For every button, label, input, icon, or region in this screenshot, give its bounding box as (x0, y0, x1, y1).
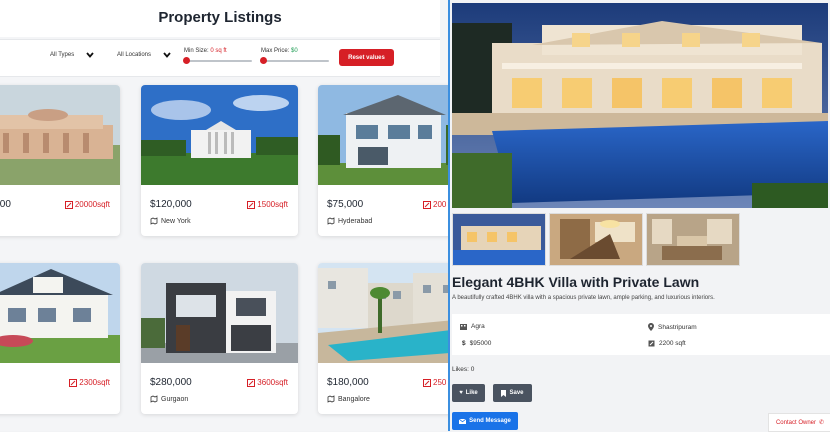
size-icon (69, 378, 78, 387)
save-button[interactable]: Save (493, 384, 532, 402)
chevron-down-icon (163, 52, 171, 58)
property-size: 2200 sqft (659, 340, 686, 347)
listing-card[interactable]: ,000,000 20000sqft i (0, 85, 120, 236)
max-price-value: $0 (291, 48, 298, 54)
map-icon (150, 217, 158, 225)
phone-icon: ✆ (819, 420, 825, 426)
send-message-button[interactable]: Send Message (452, 412, 518, 430)
size-icon (64, 200, 73, 209)
map-icon (327, 217, 335, 225)
property-city: Agra (471, 323, 485, 330)
max-price-slider[interactable] (260, 57, 329, 64)
map-icon (150, 395, 158, 403)
location-dropdown-label: All Locations (117, 52, 152, 58)
apartment-pool-image (318, 263, 448, 363)
listing-size: 20000sqft (74, 200, 110, 209)
hero-image (452, 3, 828, 208)
property-info: Agra Shastripuram $ $95000 2200 sqft (452, 314, 830, 355)
heart-icon: ♥ (459, 390, 463, 396)
like-button[interactable]: ♥ Like (452, 384, 485, 402)
size-icon (247, 378, 256, 387)
listing-size: 1500sqft (257, 200, 288, 209)
envelope-icon (459, 418, 467, 424)
property-description: A beautifully crafted 4BHK villa with a … (452, 295, 715, 301)
min-size-filter: Min Size: 0 sq ft (183, 48, 252, 64)
listing-size: 250 (433, 378, 447, 387)
type-dropdown-label: All Types (50, 52, 75, 58)
page-title: Property Listings (158, 9, 282, 26)
listing-location: Bangalore (338, 395, 370, 403)
bookmark-icon (501, 389, 507, 397)
min-size-slider-handle[interactable] (183, 57, 190, 64)
min-size-slider[interactable] (183, 57, 252, 64)
listing-location: Gurgaon (161, 395, 189, 403)
listing-price: $180,000 (327, 377, 369, 388)
size-icon (247, 200, 256, 209)
reset-button[interactable]: Reset values (339, 49, 394, 66)
map-pin-icon (648, 323, 654, 331)
type-dropdown[interactable]: All Types (50, 52, 94, 58)
listing-location: New York (161, 217, 191, 225)
min-size-value: 0 sq ft (210, 48, 227, 54)
listing-price: $75,000 (327, 199, 364, 210)
listing-card[interactable]: $75,000 200 Hyderabad (318, 85, 448, 236)
size-icon (423, 200, 431, 209)
listing-size: 2300sqft (79, 378, 110, 387)
listing-price: ,000,000 (0, 199, 11, 210)
max-price-filter: Max Price: $0 (260, 48, 329, 64)
listing-price: $280,000 (150, 377, 192, 388)
modern-villa-image (141, 263, 298, 363)
modern-house-image (318, 85, 448, 185)
contact-owner-button[interactable]: Contact Owner ✆ (768, 413, 830, 432)
map-icon (327, 395, 335, 403)
listing-price: $120,000 (150, 199, 192, 210)
white-house-image (141, 85, 298, 185)
listing-location: Hyderabad (338, 217, 373, 225)
likes-count: Likes: 0 (452, 366, 475, 373)
city-icon (460, 324, 467, 330)
listing-card[interactable]: $120,000 1500sqft New York (141, 85, 298, 236)
max-price-slider-handle[interactable] (260, 57, 267, 64)
listing-size: 3600sqft (257, 378, 288, 387)
listing-card[interactable]: $280,000 3600sqft Gurgaon (141, 263, 298, 414)
listing-card[interactable]: $180,000 250 Bangalore (318, 263, 448, 414)
header: Property Listings (0, 0, 440, 37)
listing-size: 200 (433, 200, 447, 209)
property-price: $95000 (469, 340, 492, 347)
size-icon (423, 378, 431, 387)
listing-card[interactable]: 0 2300sqft ur (0, 263, 120, 414)
parliament-building-image (0, 85, 120, 185)
min-size-label: Min Size: (184, 48, 209, 54)
max-price-label: Max Price: (261, 48, 290, 54)
gallery-thumbnail[interactable] (646, 213, 740, 266)
gallery-thumbnail[interactable] (452, 213, 546, 266)
chevron-down-icon (86, 52, 94, 58)
location-dropdown[interactable]: All Locations (117, 52, 171, 58)
craftsman-house-image (0, 263, 120, 363)
filter-bar: All Types All Locations Min Size: 0 sq f… (0, 39, 440, 77)
dollar-icon: $ (462, 340, 466, 347)
gallery-thumbnail[interactable] (549, 213, 643, 266)
property-area: Shastripuram (658, 323, 697, 331)
property-title: Elegant 4BHK Villa with Private Lawn (452, 274, 700, 290)
listings-panel: Property Listings All Types All Location… (0, 0, 448, 431)
size-icon (648, 340, 655, 347)
property-detail-panel: Elegant 4BHK Villa with Private Lawn A b… (450, 0, 830, 431)
